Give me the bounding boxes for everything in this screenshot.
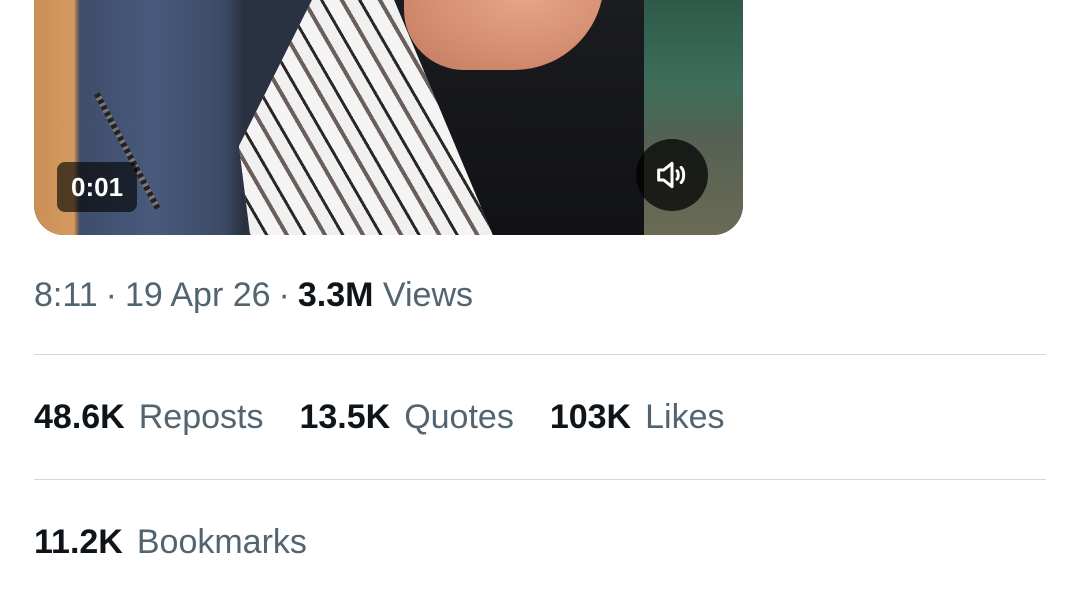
video-timestamp: 0:01: [57, 162, 138, 212]
separator: ·: [105, 276, 117, 314]
tweet-date[interactable]: 19 Apr 26: [125, 276, 271, 314]
mute-button[interactable]: [636, 139, 708, 211]
speaker-icon: [657, 161, 686, 189]
quotes-label: Quotes: [404, 398, 514, 436]
reposts-stat[interactable]: 48.6K Reposts: [34, 398, 263, 437]
likes-count: 103K: [549, 398, 632, 436]
separator: ·: [278, 276, 290, 314]
likes-stat[interactable]: 103K Likes: [550, 398, 725, 437]
reposts-label: Reposts: [138, 398, 264, 436]
bookmarks-label: Bookmarks: [136, 523, 307, 561]
tweet-detail: 0:01 8:11 · 19 Apr 26 · 3.3M Views 48.6K Rep…: [0, 0, 1080, 608]
quotes-stat[interactable]: 13.5K Quotes: [299, 398, 513, 437]
views-label: Views: [382, 276, 474, 314]
bookmarks-row: 11.2K Bookmarks: [34, 523, 343, 562]
tweet-time[interactable]: 8:11: [34, 276, 98, 314]
tweet-meta: 8:11 · 19 Apr 26 · 3.3M Views: [34, 276, 473, 315]
bookmarks-stat[interactable]: 11.2K Bookmarks: [34, 523, 307, 562]
likes-label: Likes: [645, 398, 725, 436]
divider: [34, 479, 1046, 480]
views-count: 3.3M: [297, 276, 374, 314]
engagement-stats: 48.6K Reposts 13.5K Quotes 103K Likes: [34, 398, 760, 437]
reposts-count: 48.6K: [34, 398, 125, 436]
quotes-count: 13.5K: [299, 398, 391, 436]
divider: [34, 354, 1046, 355]
bookmarks-count: 11.2K: [34, 523, 123, 561]
video-player[interactable]: 0:01: [34, 0, 743, 235]
